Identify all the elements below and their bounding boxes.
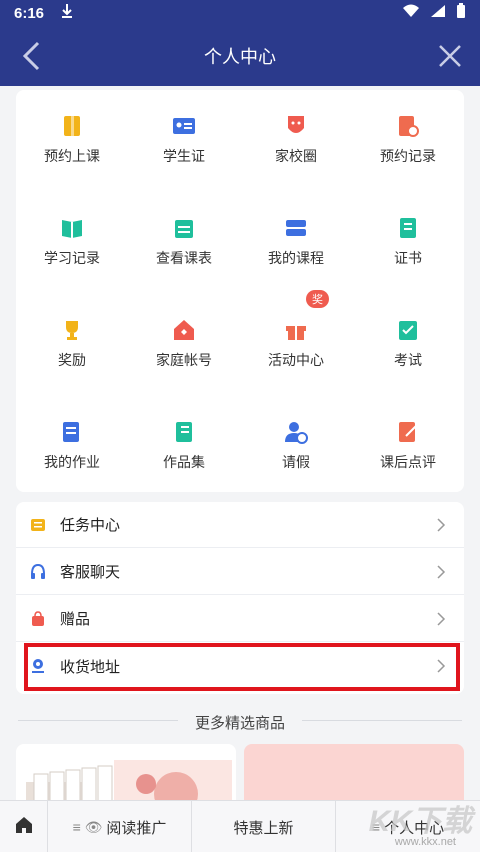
list-item-customer-service[interactable]: 客服聊天 [16,549,464,595]
close-icon[interactable] [434,40,466,72]
reward-badge: 奖 [306,290,329,308]
grid-item-rewards[interactable]: 奖励 [16,294,128,394]
certificate-icon [396,216,420,240]
grid-item-label: 活动中心 [268,352,324,368]
grid-item-label: 学生证 [163,148,205,164]
section-title: 更多精选商品 [194,715,285,732]
title-bar: 个人中心 [0,26,480,86]
watermark-url: www.kkx.net [394,836,456,848]
grid-item-label: 我的课程 [268,250,324,266]
grid-item-after-class-review[interactable]: 课后点评 [352,396,464,496]
grid-item-activity-center[interactable]: 活动中心 [240,294,352,394]
list-item-label: 任务中心 [60,517,121,534]
status-time: 6:16 [14,4,45,22]
wifi-icon [402,4,420,22]
person-clock-icon [284,420,308,444]
clipboard-icon [396,318,420,342]
grid-item-label: 预约上课 [44,148,100,164]
gift-icon [284,318,308,342]
chevron-right-icon [436,611,446,627]
grid-item-exam[interactable]: 考试 [352,294,464,394]
grid-item-label: 作品集 [163,454,205,470]
grid-item-study-record[interactable]: 学习记录 [16,192,128,292]
grid-item-label: 家校圈 [275,148,317,164]
book-icon [60,114,84,138]
nav-special-offers[interactable]: 特惠上新 [192,801,336,852]
grid-item-label: 请假 [282,454,310,470]
nav-home[interactable] [0,801,48,852]
grid-item-student-card[interactable]: 学生证 [128,90,240,190]
grid-item-label: 我的作业 [44,454,100,470]
grid-item-family-account[interactable]: 家庭帐号 [128,294,240,394]
signal-icon [430,4,446,22]
grid-item-label: 查看课表 [156,250,212,266]
open-book-icon [60,216,84,240]
highlight-box [24,643,460,691]
feature-grid: 预约上课 学生证 家校圈 预约记录 学习记录 查看课表 我的课程 证书 奖励 家… [16,90,464,492]
badge-icon [284,114,308,138]
grid-item-label: 学习记录 [44,250,100,266]
list-item-gifts[interactable]: 赠品 [16,596,464,642]
grid-item-my-courses[interactable]: 我的课程 [240,192,352,292]
grid-item-homework[interactable]: 我的作业 [16,396,128,496]
grid-item-label: 证书 [394,250,422,266]
home-icon [172,318,196,342]
download-icon [60,3,74,23]
battery-icon [456,3,466,23]
page-title: 个人中心 [204,47,276,67]
grid-item-label: 家庭帐号 [156,352,212,368]
back-arrow-icon[interactable] [18,40,46,72]
nav-label: 特惠上新 [233,819,294,837]
chevron-right-icon [436,517,446,533]
course-icon [284,216,308,240]
nav-label: 阅读推广 [106,819,167,837]
list-item-label: 客服聊天 [60,564,121,581]
chevron-right-icon [436,564,446,580]
grid-item-certificate[interactable]: 证书 [352,192,464,292]
homework-icon [60,420,84,444]
headset-icon [30,563,46,580]
nav-prefix: ≡ 👁 [72,818,103,835]
portfolio-icon [172,420,196,444]
trophy-icon [60,318,84,342]
grid-item-label: 课后点评 [380,454,436,470]
home-icon [15,816,33,838]
divider-right [302,720,462,721]
grid-item-leave[interactable]: 请假 [240,396,352,496]
grid-item-book-class[interactable]: 预约上课 [16,90,128,190]
nav-reading-promotion[interactable]: ≡ 👁 阅读推广 [48,801,192,852]
record-icon [396,114,420,138]
list-item-label: 赠品 [60,611,91,628]
grid-item-label: 预约记录 [380,148,436,164]
grid-item-timetable[interactable]: 查看课表 [128,192,240,292]
list-item-task-center[interactable]: 任务中心 [16,502,464,548]
bag-icon [30,610,46,627]
id-card-icon [172,114,196,138]
status-bar: 6:16 [0,0,480,26]
grid-item-label: 考试 [394,352,422,368]
grid-item-label: 奖励 [58,352,86,368]
grid-item-home-school[interactable]: 家校圈 [240,90,352,190]
grid-item-portfolio[interactable]: 作品集 [128,396,240,496]
task-icon [30,517,46,533]
grid-item-booking-record[interactable]: 预约记录 [352,90,464,190]
watermark: KK下载 [368,805,472,838]
calendar-icon [172,216,196,240]
comment-edit-icon [396,420,420,444]
